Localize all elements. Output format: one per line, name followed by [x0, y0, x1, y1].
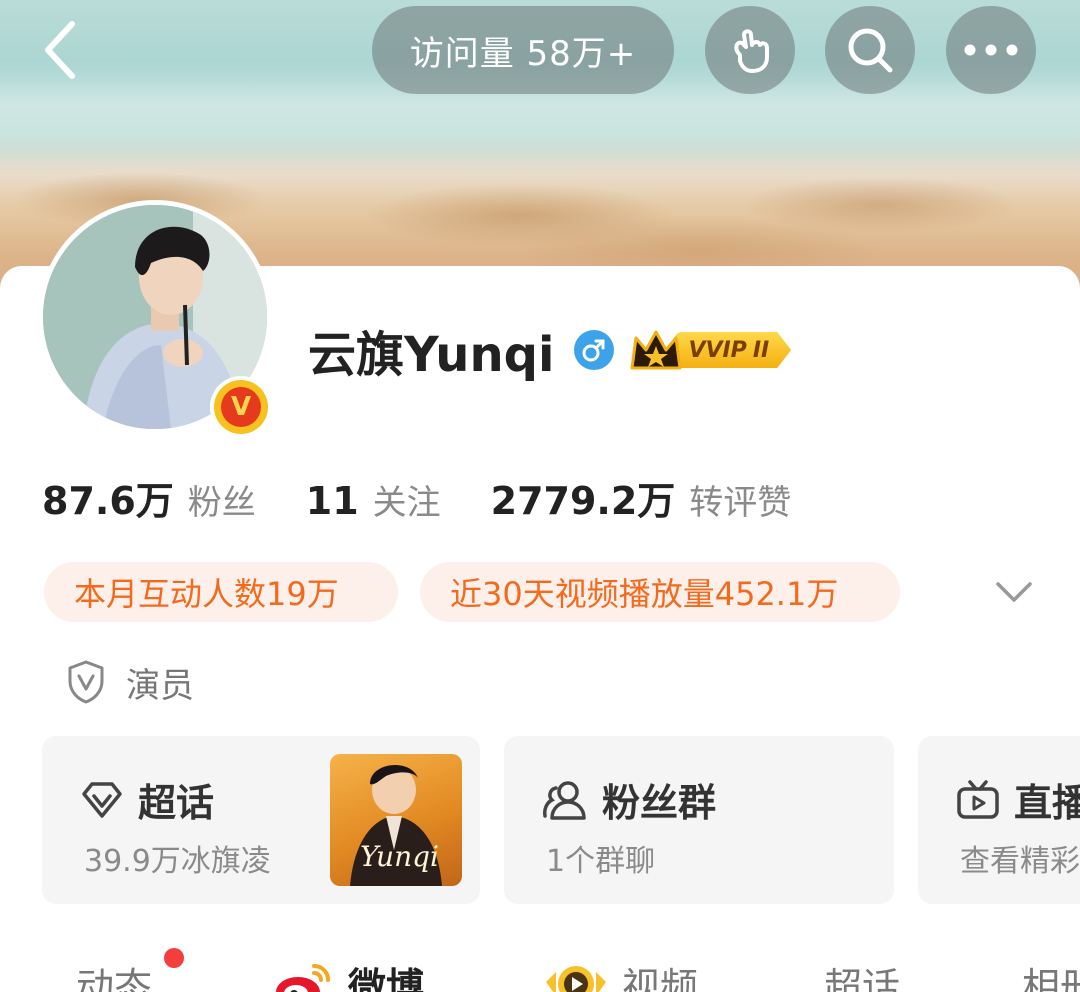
vvip-label: VVIP II	[674, 332, 792, 368]
back-button[interactable]	[30, 14, 90, 86]
identity-label: 演员	[126, 665, 194, 706]
stat-followers[interactable]: 87.6万 粉丝	[42, 470, 256, 525]
supertopic-card[interactable]: 超话 39.9万冰旗凌 Yunqi	[42, 736, 480, 904]
stat-following[interactable]: 11 关注	[306, 475, 441, 524]
verified-v-icon: V	[221, 387, 261, 427]
vvip-badge[interactable]: VVIP II	[628, 328, 792, 372]
stat-label: 关注	[372, 483, 441, 523]
visit-count-label: 访问量 58万+	[409, 33, 637, 74]
tab-label: 微博	[348, 965, 425, 992]
tab-label: 相册	[1022, 965, 1080, 992]
expand-tags-button[interactable]	[992, 572, 1036, 612]
thumbnail-caption: Yunqi	[360, 840, 439, 873]
stat-value: 87.6万	[42, 479, 174, 523]
tab-label: 超话	[824, 965, 901, 992]
weibo-logo-icon	[276, 963, 330, 992]
stat-engagement[interactable]: 2779.2万 转评赞	[491, 470, 792, 525]
poke-hand-icon	[734, 29, 769, 73]
more-button[interactable]	[946, 6, 1036, 94]
shield-v-icon	[68, 660, 104, 704]
vvip-text: VVIP	[688, 337, 747, 363]
tab-label: 视频	[622, 965, 699, 992]
tag-video-views[interactable]: 近30天视频播放量452.1万	[420, 562, 900, 622]
vvip-level: II	[752, 337, 770, 363]
tag-monthly-interactions[interactable]: 本月互动人数19万	[44, 562, 398, 622]
crown-icon	[630, 330, 682, 370]
video-badge-icon	[546, 965, 606, 992]
stat-label: 转评赞	[689, 483, 792, 523]
tab-label: 动态	[76, 965, 153, 992]
name-row: 云旗Yunqi VVIP II	[308, 318, 792, 383]
stat-value: 11	[305, 479, 359, 523]
username: 云旗Yunqi	[308, 327, 555, 383]
visit-count-button[interactable]: 访问量 58万+	[372, 6, 674, 94]
live-card[interactable]: 直播 查看精彩	[918, 736, 1080, 904]
search-icon	[848, 28, 893, 73]
tab-album[interactable]: 相册	[1022, 956, 1080, 992]
profile-tabs: 动态 微博 视频 超话 相册	[0, 940, 1080, 992]
poke-button[interactable]	[705, 6, 795, 94]
supertopic-subtitle: 39.9万冰旗凌	[84, 844, 271, 879]
back-icon	[45, 21, 75, 79]
supertopic-title: 超话	[138, 781, 215, 825]
notification-dot	[164, 948, 184, 968]
live-title-row: 直播	[956, 772, 1080, 827]
live-subtitle: 查看精彩	[960, 844, 1080, 879]
verified-badge: V	[210, 376, 272, 438]
stat-value: 2779.2万	[490, 479, 676, 523]
fan-group-title-row: 粉丝群	[542, 772, 716, 827]
more-icon	[964, 44, 1018, 56]
tab-weibo[interactable]: 微博	[272, 956, 424, 992]
stats-row: 87.6万 粉丝 11 关注 2779.2万 转评赞	[42, 470, 841, 530]
identity-row[interactable]: 演员	[66, 654, 194, 710]
fan-group-subtitle: 1个群聊	[546, 844, 656, 879]
male-icon	[574, 330, 615, 370]
tv-icon	[957, 779, 999, 819]
tab-supertopic[interactable]: 超话	[824, 956, 900, 992]
search-button[interactable]	[825, 6, 915, 94]
verified-badge-ring: V	[214, 380, 268, 434]
fan-group-title: 粉丝群	[602, 781, 717, 825]
live-title: 直播	[1014, 781, 1080, 825]
diamond-icon	[82, 781, 122, 818]
users-icon	[543, 780, 586, 820]
tab-dynamics[interactable]: 动态	[76, 956, 152, 992]
supertopic-title-row: 超话	[80, 772, 214, 827]
fan-group-card[interactable]: 粉丝群 1个群聊	[504, 736, 894, 904]
supertopic-thumbnail: Yunqi	[330, 754, 462, 886]
chevron-down-icon	[996, 582, 1032, 602]
tab-video[interactable]: 视频	[544, 956, 698, 992]
stat-label: 粉丝	[187, 483, 256, 523]
